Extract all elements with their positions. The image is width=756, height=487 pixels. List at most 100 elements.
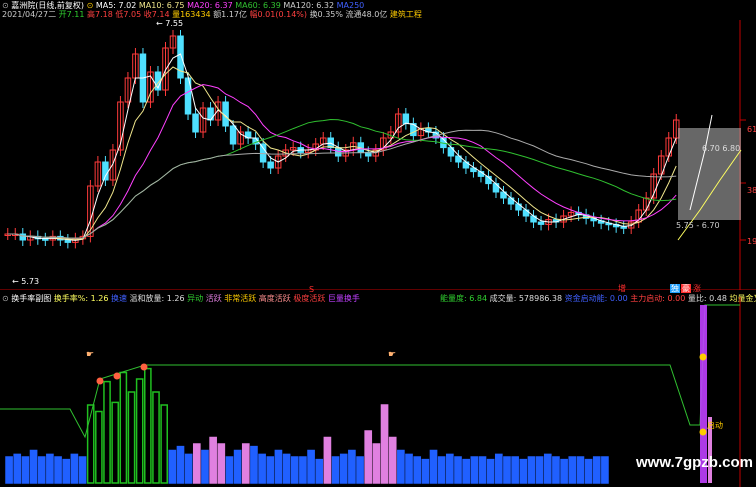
volume-bar bbox=[13, 453, 22, 484]
volume-bar bbox=[356, 456, 364, 484]
volume-bar bbox=[201, 449, 209, 484]
hand-pointer-icon: ☛ bbox=[86, 350, 94, 360]
volume-bar bbox=[421, 458, 430, 484]
volume-bar bbox=[103, 380, 111, 484]
volume-bar bbox=[111, 401, 120, 484]
candle-body bbox=[402, 113, 410, 125]
volume-bar bbox=[152, 391, 160, 484]
candle-body bbox=[267, 161, 274, 169]
volume-bar bbox=[217, 443, 226, 484]
volume-bar bbox=[454, 456, 462, 484]
signal-dot bbox=[699, 353, 707, 361]
volume-bar bbox=[78, 456, 87, 484]
candle-body bbox=[492, 183, 500, 193]
du-badge: 独 bbox=[670, 284, 680, 293]
volume-bar bbox=[282, 453, 291, 484]
right-low-mark: 5.75 - 6.70 bbox=[676, 221, 720, 230]
volume-bar bbox=[192, 443, 201, 484]
volume-bar bbox=[46, 453, 54, 484]
candle-body bbox=[537, 221, 545, 225]
volume-bar bbox=[543, 453, 552, 484]
volume-bar bbox=[70, 453, 79, 484]
volume-bar bbox=[209, 436, 217, 484]
candle-body bbox=[64, 239, 72, 243]
volume-bar bbox=[446, 453, 454, 484]
volume-bar bbox=[462, 458, 470, 484]
volume-bar bbox=[437, 456, 446, 484]
volume-bar bbox=[511, 456, 519, 484]
volume-bar bbox=[372, 443, 381, 484]
volume-bar bbox=[601, 456, 609, 484]
volume-bar bbox=[323, 436, 332, 484]
volume-bar bbox=[119, 371, 128, 484]
volume-bar bbox=[299, 456, 307, 484]
candle-body bbox=[192, 113, 199, 133]
volume-bar bbox=[364, 430, 373, 484]
badge-group: 独豪涨 bbox=[670, 284, 702, 293]
volume-bar bbox=[576, 456, 585, 484]
volume-bar bbox=[127, 391, 136, 484]
axis-tick: 61 bbox=[747, 125, 756, 134]
zeng-marker: 增 bbox=[618, 284, 626, 293]
volume-bar bbox=[519, 458, 528, 484]
volume-bar bbox=[307, 449, 315, 484]
candle-body bbox=[229, 125, 237, 145]
volume-bar bbox=[339, 453, 348, 484]
volume-bar bbox=[494, 453, 503, 484]
volume-bar bbox=[397, 449, 405, 484]
volume-bar bbox=[37, 456, 46, 484]
volume-bar bbox=[535, 456, 544, 484]
volume-bar bbox=[54, 456, 62, 484]
volume-bar bbox=[584, 458, 593, 484]
volume-bar bbox=[348, 449, 356, 484]
volume-bar bbox=[274, 449, 283, 484]
volume-bar bbox=[290, 456, 299, 484]
volume-bar bbox=[560, 458, 568, 484]
volume-bar bbox=[62, 458, 71, 484]
volume-bar bbox=[388, 436, 397, 484]
watermark: www.7gpzb.com bbox=[636, 454, 753, 471]
volume-bar bbox=[331, 456, 340, 484]
volume-bar bbox=[144, 367, 152, 484]
projection-box bbox=[678, 128, 741, 220]
volume-bar bbox=[527, 456, 536, 484]
volume-bar bbox=[315, 458, 324, 484]
volume-bar bbox=[135, 378, 144, 484]
volume-bar bbox=[29, 449, 38, 484]
candle-body bbox=[620, 226, 627, 229]
volume-bar bbox=[184, 453, 193, 484]
volume-bar bbox=[413, 456, 422, 484]
volume-bar bbox=[160, 404, 168, 484]
candle-body bbox=[522, 209, 530, 217]
signal-dot bbox=[113, 372, 121, 380]
high-price-mark: ← 7.55 bbox=[156, 19, 184, 28]
volume-bar bbox=[176, 445, 185, 484]
candle-body bbox=[42, 238, 49, 241]
candle-body bbox=[515, 203, 522, 211]
volume-bar bbox=[168, 449, 177, 484]
candle-body bbox=[507, 197, 515, 205]
volume-bar bbox=[233, 449, 242, 484]
axis-tick: 38 bbox=[747, 186, 756, 195]
candle-body bbox=[19, 233, 27, 241]
hand-pointer-icon: ☛ bbox=[388, 350, 396, 360]
volume-bar bbox=[95, 410, 103, 484]
volume-bar bbox=[258, 453, 266, 484]
volume-bar bbox=[470, 456, 479, 484]
signal-dot bbox=[96, 377, 104, 385]
volume-bar bbox=[486, 458, 495, 484]
volume-bar bbox=[568, 456, 577, 484]
axis-tick: 19 bbox=[747, 237, 756, 246]
signal-dot bbox=[140, 363, 148, 371]
moving-average-line bbox=[7, 129, 677, 239]
volume-bar bbox=[552, 456, 560, 484]
box-price-label: 6.70 6.80 bbox=[702, 144, 741, 153]
candlestick-chart[interactable] bbox=[0, 0, 756, 290]
volume-bar bbox=[21, 456, 30, 484]
low-price-mark: ← 5.73 bbox=[12, 277, 40, 286]
candle-body bbox=[259, 143, 267, 163]
volume-bar bbox=[478, 456, 487, 484]
volume-bar bbox=[380, 404, 389, 484]
volume-bar bbox=[5, 456, 13, 484]
volume-bar bbox=[405, 453, 413, 484]
